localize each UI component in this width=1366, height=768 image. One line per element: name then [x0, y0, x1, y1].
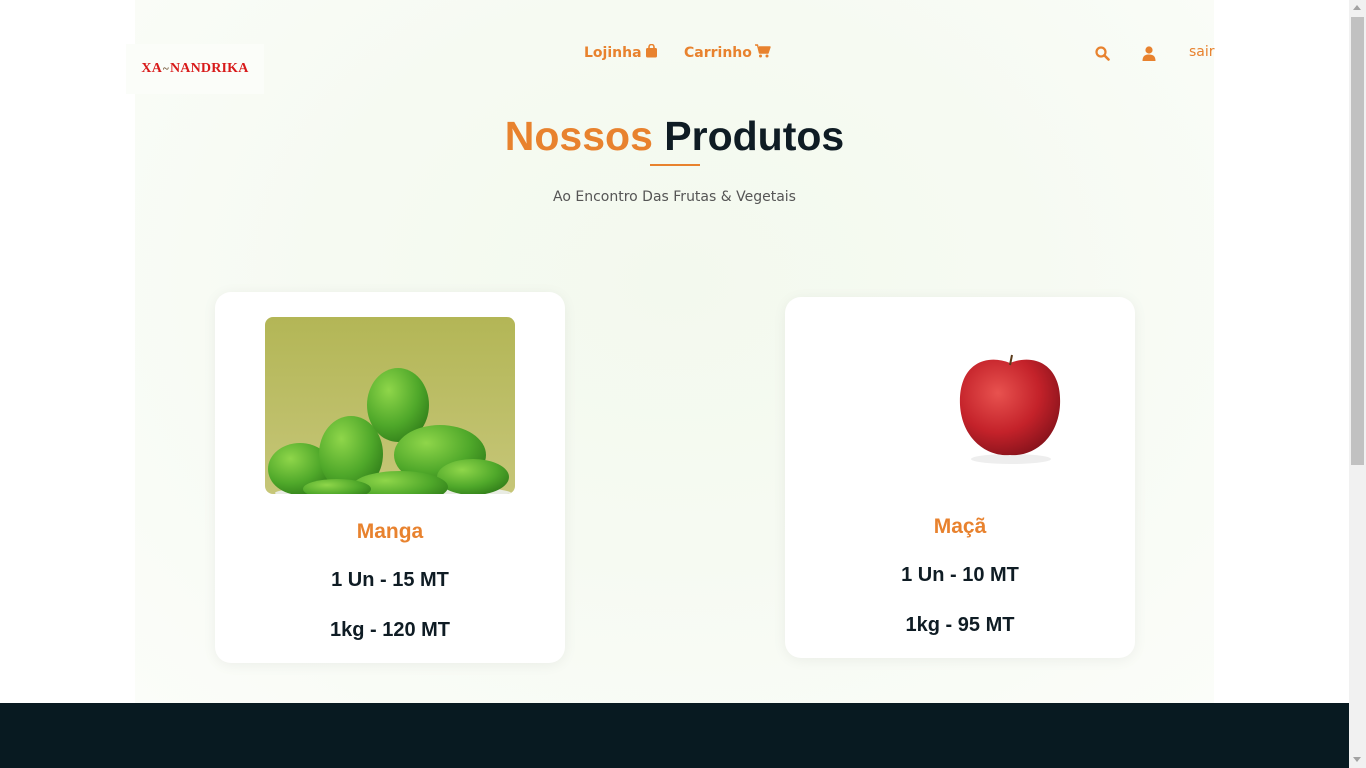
- price-unit: 1 Un - 10 MT: [901, 564, 1019, 586]
- nav-lojinha[interactable]: Lojinha: [584, 43, 658, 62]
- price-kg: 1kg - 95 MT: [905, 614, 1015, 636]
- page: XA~NANDRIKA Lojinha Carrinho sair Nossos…: [0, 0, 1349, 768]
- nav-carrinho[interactable]: Carrinho: [684, 44, 771, 62]
- product-card-maca[interactable]: Maçã 1 Un - 10 MT 1kg - 95 MT: [785, 297, 1135, 658]
- scrollbar-thumb[interactable]: [1351, 17, 1364, 465]
- scroll-down-arrow-icon[interactable]: [1353, 757, 1361, 762]
- nav-carrinho-label: Carrinho: [684, 45, 752, 61]
- cart-icon: [754, 44, 771, 62]
- logo-smile: ~: [163, 63, 169, 75]
- title-underline: [650, 164, 700, 166]
- product-card-manga[interactable]: Manga 1 Un - 15 MT 1kg - 120 MT: [215, 292, 565, 663]
- mangoes-photo[interactable]: [265, 317, 515, 494]
- product-name: Maçã: [933, 515, 987, 538]
- shopping-bag-icon: [645, 43, 658, 62]
- page-title: Nossos Produtos: [0, 112, 1349, 160]
- price-unit: 1 Un - 15 MT: [331, 569, 449, 591]
- logo-text: XA~NANDRIKA: [141, 61, 248, 77]
- apple-photo[interactable]: [835, 317, 1085, 494]
- user-icon[interactable]: [1140, 44, 1158, 62]
- logo-text-left: XA: [141, 61, 163, 76]
- product-name: Manga: [356, 520, 424, 543]
- price-kg: 1kg - 120 MT: [329, 619, 451, 641]
- scroll-up-arrow-icon[interactable]: [1353, 5, 1361, 10]
- title-highlight: Nossos: [504, 113, 653, 159]
- footer: [0, 703, 1349, 768]
- logo[interactable]: XA~NANDRIKA: [126, 44, 264, 94]
- nav-lojinha-label: Lojinha: [584, 45, 642, 61]
- title-rest: Produtos: [664, 113, 845, 159]
- logo-text-right: NANDRIKA: [169, 61, 249, 76]
- search-icon[interactable]: [1093, 44, 1111, 62]
- page-subtitle: Ao Encontro Das Frutas & Vegetais: [553, 189, 796, 205]
- logout-link[interactable]: sair: [1189, 44, 1215, 60]
